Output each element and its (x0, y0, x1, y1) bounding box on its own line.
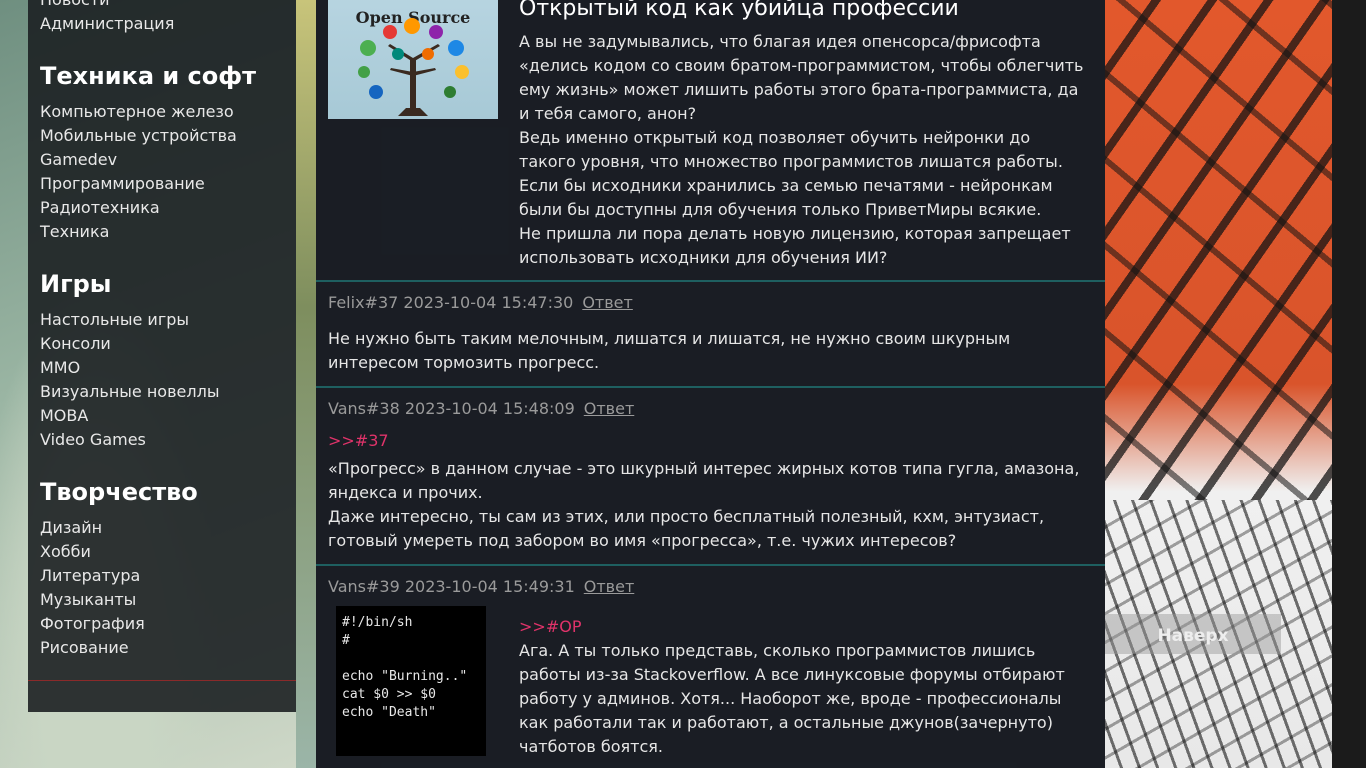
post-attachment-image[interactable]: #!/bin/sh # echo "Burning.." cat $0 >> $… (336, 606, 486, 756)
sidebar-item-musicians[interactable]: Музыканты (40, 588, 198, 612)
reply-link[interactable]: Ответ (582, 293, 633, 312)
sidebar-section-creativity: Творчество Дизайн Хобби Литература Музык… (40, 476, 198, 660)
post-author-date: Vans#39 2023-10-04 15:49:31 (328, 577, 575, 596)
sidebar-section-games: Игры Настольные игры Консоли MMO Визуаль… (40, 268, 219, 452)
sidebar-section-title: Игры (40, 270, 112, 298)
article-thumbnail[interactable]: Open Source (328, 0, 498, 119)
sidebar-item-photography[interactable]: Фотография (40, 612, 198, 636)
post-meta: Felix#37 2023-10-04 15:47:30 Ответ (328, 291, 633, 315)
article-paragraph: Ведь именно открытый код позволяет обучи… (519, 128, 1063, 219)
article-body: А вы не задумывались, что благая идея оп… (519, 30, 1089, 270)
sidebar-item-design[interactable]: Дизайн (40, 516, 198, 540)
sidebar-section-title: Творчество (40, 478, 198, 506)
article-title[interactable]: Открытый код как убийца профессии (519, 0, 959, 24)
post-text: Не нужно быть таким мелочным, лишатся и … (328, 329, 1011, 372)
reply-link[interactable]: Ответ (584, 399, 635, 418)
sidebar-item-hobby[interactable]: Хобби (40, 540, 198, 564)
sidebar-section-tech: Техника и софт Компьютерное железо Мобил… (40, 60, 256, 244)
article-paragraph: Не пришла ли пора делать новую лицензию,… (519, 224, 1071, 267)
sidebar-item-literature[interactable]: Литература (40, 564, 198, 588)
post-author-date: Felix#37 2023-10-04 15:47:30 (328, 293, 574, 312)
scroll-to-top-button[interactable]: Наверх (1105, 614, 1281, 654)
sidebar-nav: Новости Администрация Техника и софт Ком… (28, 0, 296, 712)
article-paragraph: А вы не задумывались, что благая идея оп… (519, 32, 1084, 123)
sidebar-item-hardware[interactable]: Компьютерное железо (40, 100, 256, 124)
sidebar-item-administration[interactable]: Администрация (40, 12, 174, 36)
sidebar-item-news[interactable]: Новости (40, 0, 174, 12)
post-paragraph: Даже интересно, ты сам из этих, или прос… (328, 507, 1045, 550)
sidebar-item-gamedev[interactable]: Gamedev (40, 148, 256, 172)
sidebar-item-mobile[interactable]: Мобильные устройства (40, 124, 256, 148)
background-art-right-lines (1105, 0, 1332, 500)
sidebar-item-board-games[interactable]: Настольные игры (40, 308, 219, 332)
post-divider (316, 280, 1105, 282)
open-source-tree-icon (358, 18, 469, 116)
sidebar-item-technics[interactable]: Техника (40, 220, 256, 244)
quote-link[interactable]: >>#OP (519, 615, 581, 639)
sidebar-divider (28, 680, 296, 681)
sidebar-item-mmo[interactable]: MMO (40, 356, 219, 380)
post-author-date: Vans#38 2023-10-04 15:48:09 (328, 399, 575, 418)
sidebar-item-programming[interactable]: Программирование (40, 172, 256, 196)
sidebar-item-radio[interactable]: Радиотехника (40, 196, 256, 220)
post-paragraph: «Прогресс» в данном случае - это шкурный… (328, 459, 1080, 502)
post-divider (316, 386, 1105, 388)
post-meta: Vans#38 2023-10-04 15:48:09 Ответ (328, 397, 634, 421)
sidebar-item-drawing[interactable]: Рисование (40, 636, 198, 660)
background-edge (1332, 0, 1366, 768)
sidebar-item-moba[interactable]: MOBA (40, 404, 219, 428)
reply-link[interactable]: Ответ (584, 577, 635, 596)
post-divider (316, 564, 1105, 566)
sidebar-item-consoles[interactable]: Консоли (40, 332, 219, 356)
thread-content: Open Source Открытый код как убийца проф… (316, 0, 1105, 768)
sidebar-item-visual-novels[interactable]: Визуальные новеллы (40, 380, 219, 404)
post-meta: Vans#39 2023-10-04 15:49:31 Ответ (328, 575, 634, 599)
sidebar-section-title: Техника и софт (40, 62, 256, 90)
quote-link[interactable]: >>#37 (328, 429, 389, 453)
background-art-left-accent (296, 0, 316, 768)
post-text: «Прогресс» в данном случае - это шкурный… (328, 457, 1088, 553)
post-text: Ага. А ты только представь, сколько прог… (519, 641, 1065, 756)
sidebar-item-video-games[interactable]: Video Games (40, 428, 219, 452)
